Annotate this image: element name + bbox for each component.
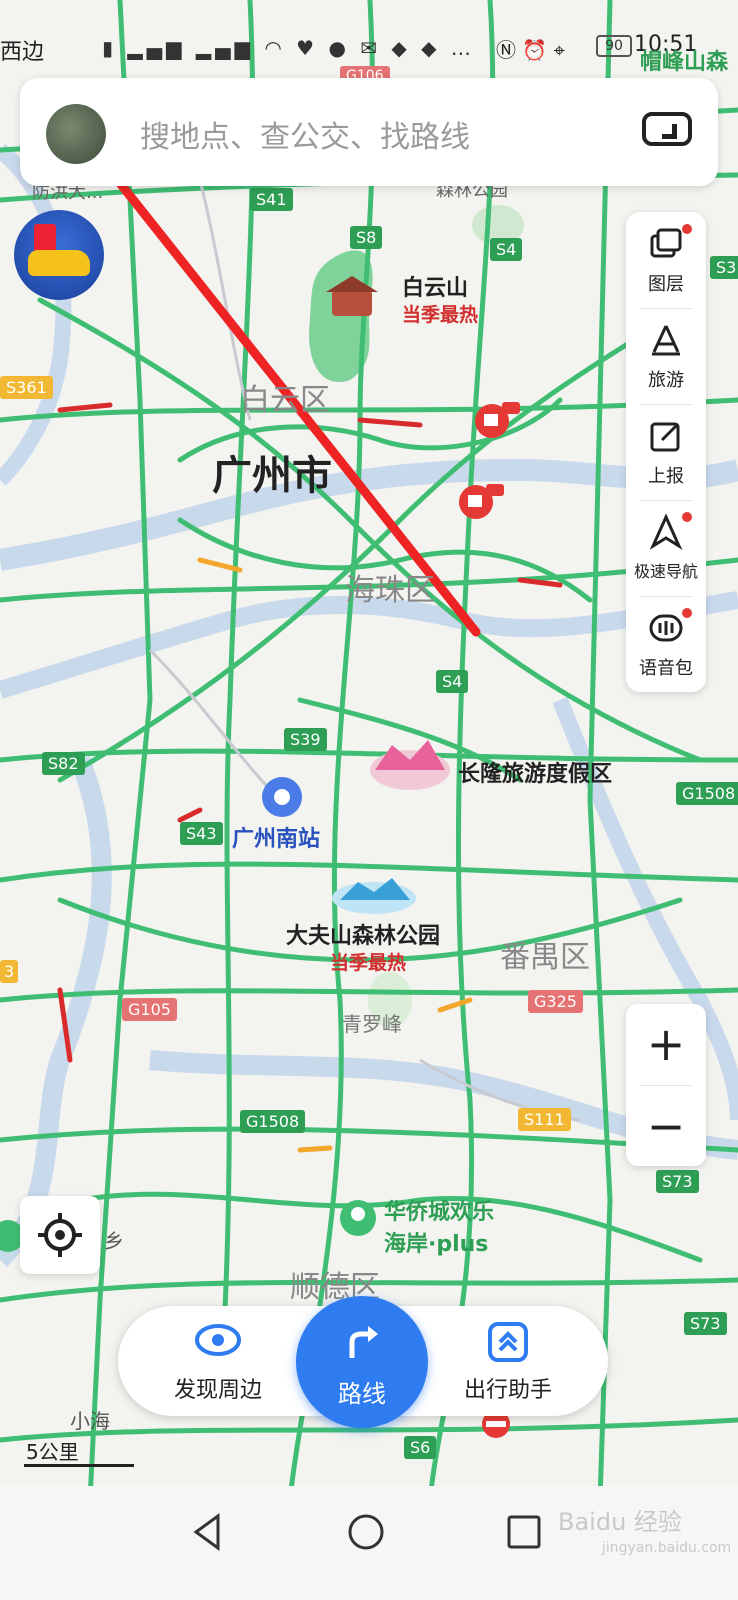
notification-dot bbox=[682, 224, 692, 234]
search-bar[interactable]: 搜地点、查公交、找路线 bbox=[20, 78, 718, 186]
discover-nearby-button[interactable]: 发现周边 bbox=[138, 1306, 298, 1416]
south-station-icon bbox=[262, 777, 302, 817]
route-arrow-icon bbox=[349, 1326, 378, 1358]
label-qingluofeng: 青罗峰 bbox=[342, 1012, 402, 1036]
notification-dot bbox=[682, 608, 692, 618]
road-shield: 3 bbox=[0, 960, 19, 983]
red-envelope-icon bbox=[34, 224, 56, 252]
voice-pack-icon bbox=[649, 614, 683, 642]
scale-bar: 5公里 bbox=[24, 1436, 136, 1468]
watermark: Baidu 经验 bbox=[558, 1508, 682, 1536]
status-bar: 西边 ▮ ▂▄▆ ▂▄▆ ◠ ♥ ● ✉ ◆ ◆ … Ⓝ ⏰ ⌖ 90 10:5… bbox=[0, 0, 738, 75]
route-label: 路线 bbox=[338, 1380, 386, 1408]
discover-label: 发现周边 bbox=[173, 1378, 262, 1403]
back-icon[interactable] bbox=[186, 1510, 230, 1554]
label-panyu: 番禺区 bbox=[500, 940, 590, 975]
panel-label: 语音包 bbox=[639, 658, 693, 679]
recents-icon[interactable] bbox=[502, 1510, 546, 1554]
label-baiyun-district: 白云区 bbox=[240, 383, 330, 418]
status-icons: ▮ ▂▄▆ ▂▄▆ ◠ ♥ ● ✉ ◆ ◆ … bbox=[102, 36, 475, 60]
label-changlong[interactable]: 长隆旅游度假区 bbox=[458, 756, 612, 788]
status-left-text: 西边 bbox=[0, 40, 45, 65]
road-shield: S41 bbox=[250, 188, 293, 211]
panel-item-travel[interactable]: 旅游 bbox=[626, 308, 706, 404]
scan-icon[interactable] bbox=[642, 112, 692, 146]
label-baiyunshan-tag: 当季最热 bbox=[402, 304, 479, 326]
assistant-icon bbox=[488, 1322, 528, 1362]
travel-assistant-button[interactable]: 出行助手 bbox=[428, 1306, 588, 1416]
road-shield: S8 bbox=[350, 226, 383, 249]
eye-icon bbox=[195, 1324, 241, 1356]
taxi-icon bbox=[28, 250, 90, 276]
label-south-station[interactable]: 广州南站 bbox=[232, 821, 320, 853]
road-shield: S73 bbox=[656, 1170, 699, 1193]
panel-item-navigation[interactable]: 极速导航 bbox=[626, 500, 706, 596]
search-input[interactable]: 搜地点、查公交、找路线 bbox=[140, 112, 470, 156]
layers-icon bbox=[650, 228, 682, 258]
road-shield: S82 bbox=[42, 752, 85, 775]
panel-item-layers[interactable]: 图层 bbox=[626, 212, 706, 308]
zoom-in-button[interactable]: + bbox=[626, 1004, 706, 1084]
huaqiao-icon bbox=[340, 1200, 376, 1236]
route-button[interactable]: 路线 bbox=[296, 1296, 428, 1428]
watermark-url: jingyan.baidu.com bbox=[602, 1540, 732, 1556]
road-shield: S3 bbox=[710, 256, 738, 279]
road-shield: G105 bbox=[122, 998, 177, 1021]
panel-label: 上报 bbox=[648, 466, 684, 487]
status-right-place: 帽峰山森 bbox=[640, 50, 729, 75]
label-haizhu: 海珠区 bbox=[345, 573, 435, 608]
scale-line bbox=[24, 1464, 134, 1467]
zoom-out-button[interactable]: − bbox=[626, 1086, 706, 1166]
panel-label: 极速导航 bbox=[633, 562, 698, 581]
road-shield: S39 bbox=[284, 728, 327, 751]
road-shield: S361 bbox=[0, 376, 53, 399]
road-shield: S4 bbox=[436, 670, 469, 693]
scale-label: 5公里 bbox=[26, 1440, 79, 1464]
road-shield: S6 bbox=[404, 1436, 437, 1459]
label-baiyunshan[interactable]: 白云山 bbox=[402, 270, 468, 302]
assistant-label: 出行助手 bbox=[463, 1378, 552, 1403]
report-icon bbox=[650, 422, 680, 452]
navigation-icon bbox=[649, 514, 683, 550]
home-icon[interactable] bbox=[344, 1510, 388, 1554]
road-shield: S43 bbox=[180, 822, 223, 845]
label-xiaohai: 小海 bbox=[70, 1409, 110, 1433]
label-huaqiao-2[interactable]: 海岸·plus bbox=[384, 1226, 488, 1258]
road-shield: G1508 bbox=[676, 782, 738, 805]
side-panel: 图层 旅游 上报 极速导航 语音包 bbox=[626, 212, 706, 692]
panel-item-report[interactable]: 上报 bbox=[626, 404, 706, 500]
label-xiang: 乡 bbox=[104, 1229, 124, 1253]
avatar[interactable] bbox=[46, 104, 106, 164]
label-guangzhou[interactable]: 广州市 bbox=[212, 443, 332, 501]
locate-button[interactable] bbox=[20, 1196, 100, 1274]
taxi-promo-button[interactable] bbox=[14, 210, 104, 300]
label-dafushan[interactable]: 大夫山森林公园 bbox=[286, 918, 440, 950]
battery-indicator: 90 bbox=[596, 35, 632, 57]
label-dafushan-tag: 当季最热 bbox=[330, 952, 407, 974]
panel-item-voice[interactable]: 语音包 bbox=[626, 596, 706, 692]
road-shield: S4 bbox=[490, 238, 523, 261]
panel-label: 旅游 bbox=[648, 370, 684, 391]
zoom-control: + − bbox=[626, 1004, 706, 1166]
road-shield: S73 bbox=[684, 1312, 727, 1335]
notification-dot bbox=[682, 512, 692, 522]
locate-icon bbox=[38, 1213, 82, 1257]
travel-icon bbox=[652, 325, 680, 356]
label-huaqiao-1[interactable]: 华侨城欢乐 bbox=[384, 1194, 494, 1226]
road-shield: S111 bbox=[518, 1108, 571, 1131]
road-shield: G325 bbox=[528, 990, 583, 1013]
road-shield: G1508 bbox=[240, 1110, 306, 1133]
panel-label: 图层 bbox=[648, 274, 684, 295]
nfc-icon: Ⓝ ⏰ ⌖ bbox=[496, 38, 565, 62]
